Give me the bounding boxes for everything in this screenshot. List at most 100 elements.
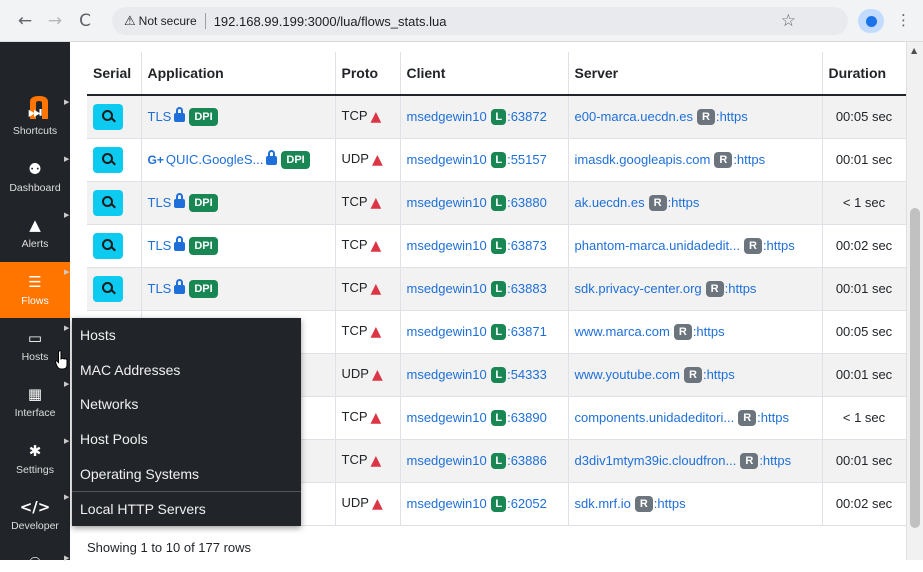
client-port-link[interactable]: :63880 [507,195,547,210]
server-port-link[interactable]: :https [693,324,725,339]
warning-triangle-icon[interactable]: ▲ [371,410,382,426]
warning-triangle-icon[interactable]: ▲ [371,238,382,254]
zoom-in-button[interactable] [93,275,123,302]
scroll-up-arrow-icon[interactable]: ▲ [911,46,917,55]
column-header-serial[interactable]: Serial [87,52,142,96]
remote-badge: R [697,108,715,125]
application-link[interactable]: TLS [148,109,172,124]
submenu-item-host-pools[interactable]: Host Pools [72,422,301,457]
warning-triangle-icon[interactable]: ▲ [371,281,382,297]
client-port-link[interactable]: :63886 [507,453,547,468]
sidebar-item-interface[interactable]: ▦ Interface ▶ [0,374,70,430]
sidebar-item-shortcuts[interactable]: ⏭ Shortcuts ▶ [0,92,70,148]
zoom-in-button[interactable] [93,103,123,130]
scrollbar-thumb[interactable] [910,208,920,528]
client-port-link[interactable]: :63883 [507,281,547,296]
client-port-link[interactable]: :62052 [507,496,547,511]
submenu-item-networks[interactable]: Networks [72,387,301,422]
page-scrollbar[interactable]: ▲ [906,42,923,560]
warning-triangle-icon[interactable]: ▲ [372,152,383,168]
bookmark-star-icon[interactable]: ☆ [781,11,796,31]
server-host-link[interactable]: phantom-marca.unidadedit... [575,238,740,253]
dpi-badge: DPI [189,193,218,212]
server-port-link[interactable]: :https [716,109,748,124]
client-host-link[interactable]: msedgewin10 [407,410,487,425]
server-host-link[interactable]: sdk.mrf.io [575,496,631,511]
warning-triangle-icon[interactable]: ▲ [372,496,383,512]
duration-cell: 00:05 sec [822,310,906,354]
address-bar[interactable]: ⚠ Not secure 192.168.99.199:3000/lua/flo… [112,7,848,35]
server-host-link[interactable]: components.unidadeditori... [575,410,735,425]
application-link[interactable]: TLS [148,238,172,253]
column-header-client[interactable]: Client [400,52,569,96]
warning-triangle-icon[interactable]: ▲ [371,453,382,469]
table-row: TLS DPI TCP ▲ msedgewin10 L:63872 e00-marca.u… [87,95,906,139]
server-port-link[interactable]: :https [759,453,791,468]
submenu-item-hosts[interactable]: Hosts [72,318,301,353]
server-host-link[interactable]: e00-marca.uecdn.es [575,109,694,124]
zoom-in-button[interactable] [93,189,123,216]
server-port-link[interactable]: :https [725,281,757,296]
forward-arrow-icon[interactable]: → [40,11,70,31]
warning-triangle-icon[interactable]: ▲ [371,109,382,125]
security-status-label[interactable]: Not secure [139,14,197,28]
client-port-link[interactable]: :63890 [507,410,547,425]
client-host-link[interactable]: msedgewin10 [407,324,487,339]
warning-triangle-icon[interactable]: ⚠ [124,14,136,29]
server-host-link[interactable]: www.youtube.com [575,367,681,382]
application-link[interactable]: TLS [148,281,172,296]
application-link[interactable]: TLS [148,195,172,210]
column-header-server[interactable]: Server [568,52,823,96]
reload-icon[interactable]: C [70,11,100,31]
client-host-link[interactable]: msedgewin10 [407,152,487,167]
back-arrow-icon[interactable]: ← [10,11,40,31]
client-port-link[interactable]: :63871 [507,324,547,339]
sidebar-item-dashboard[interactable]: ⚉ Dashboard ▶ [0,149,70,205]
server-host-link[interactable]: www.marca.com [575,324,670,339]
kebab-menu-icon[interactable]: ⋮ [896,11,911,29]
client-port-link[interactable]: :63873 [507,238,547,253]
server-host-link[interactable]: imasdk.googleapis.com [575,152,711,167]
client-port-link[interactable]: :54333 [507,367,547,382]
client-port-link[interactable]: :55157 [507,152,547,167]
server-host-link[interactable]: d3div1mtym39ic.cloudfron... [575,453,737,468]
server-host-link[interactable]: ak.uecdn.es [575,195,645,210]
column-header-duration[interactable]: Duration [822,52,906,96]
submenu-item-operating-systems[interactable]: Operating Systems [72,457,301,492]
server-port-link[interactable]: :https [703,367,735,382]
server-port-link[interactable]: :https [668,195,700,210]
zoom-in-button[interactable] [93,232,123,259]
client-host-link[interactable]: msedgewin10 [407,109,487,124]
warning-triangle-icon[interactable]: ▲ [371,324,382,340]
submenu-item-local-http-servers[interactable]: Local HTTP Servers [72,491,301,526]
server-port-link[interactable]: :https [757,410,789,425]
google-icon: G+ [147,152,164,167]
submenu-item-mac-addresses[interactable]: MAC Addresses [72,353,301,388]
sidebar-item-settings[interactable]: ✱ Settings ▶ [0,431,70,487]
sidebar-item-more[interactable]: ⚇ ▶ [0,542,70,572]
client-port-link[interactable]: :63872 [507,109,547,124]
column-header-proto[interactable]: Proto [335,52,401,96]
remote-badge: R [684,366,702,383]
server-port-link[interactable]: :https [733,152,765,167]
server-host-link[interactable]: sdk.privacy-center.org [575,281,702,296]
server-port-link[interactable]: :https [763,238,795,253]
sidebar-item-flows[interactable]: ☰ Flows ▶ [0,262,70,318]
sidebar-item-label: Shortcuts [12,124,58,137]
column-header-application[interactable]: Application [141,52,336,96]
profile-avatar[interactable] [858,9,884,33]
sidebar-item-developer[interactable]: </> Developer ▶ [0,487,70,543]
warning-triangle-icon[interactable]: ▲ [372,367,383,383]
client-host-link[interactable]: msedgewin10 [407,281,487,296]
client-host-link[interactable]: msedgewin10 [407,195,487,210]
zoom-in-button[interactable] [93,146,123,173]
client-host-link[interactable]: msedgewin10 [407,238,487,253]
client-host-link[interactable]: msedgewin10 [407,453,487,468]
application-link[interactable]: QUIC.GoogleS... [166,152,264,167]
server-port-link[interactable]: :https [654,496,686,511]
url-text[interactable]: 192.168.99.199:3000/lua/flows_stats.lua [214,14,447,29]
client-host-link[interactable]: msedgewin10 [407,496,487,511]
sidebar-item-alerts[interactable]: ▲ Alerts ▶ [0,205,70,261]
warning-triangle-icon[interactable]: ▲ [371,195,382,211]
client-host-link[interactable]: msedgewin10 [407,367,487,382]
